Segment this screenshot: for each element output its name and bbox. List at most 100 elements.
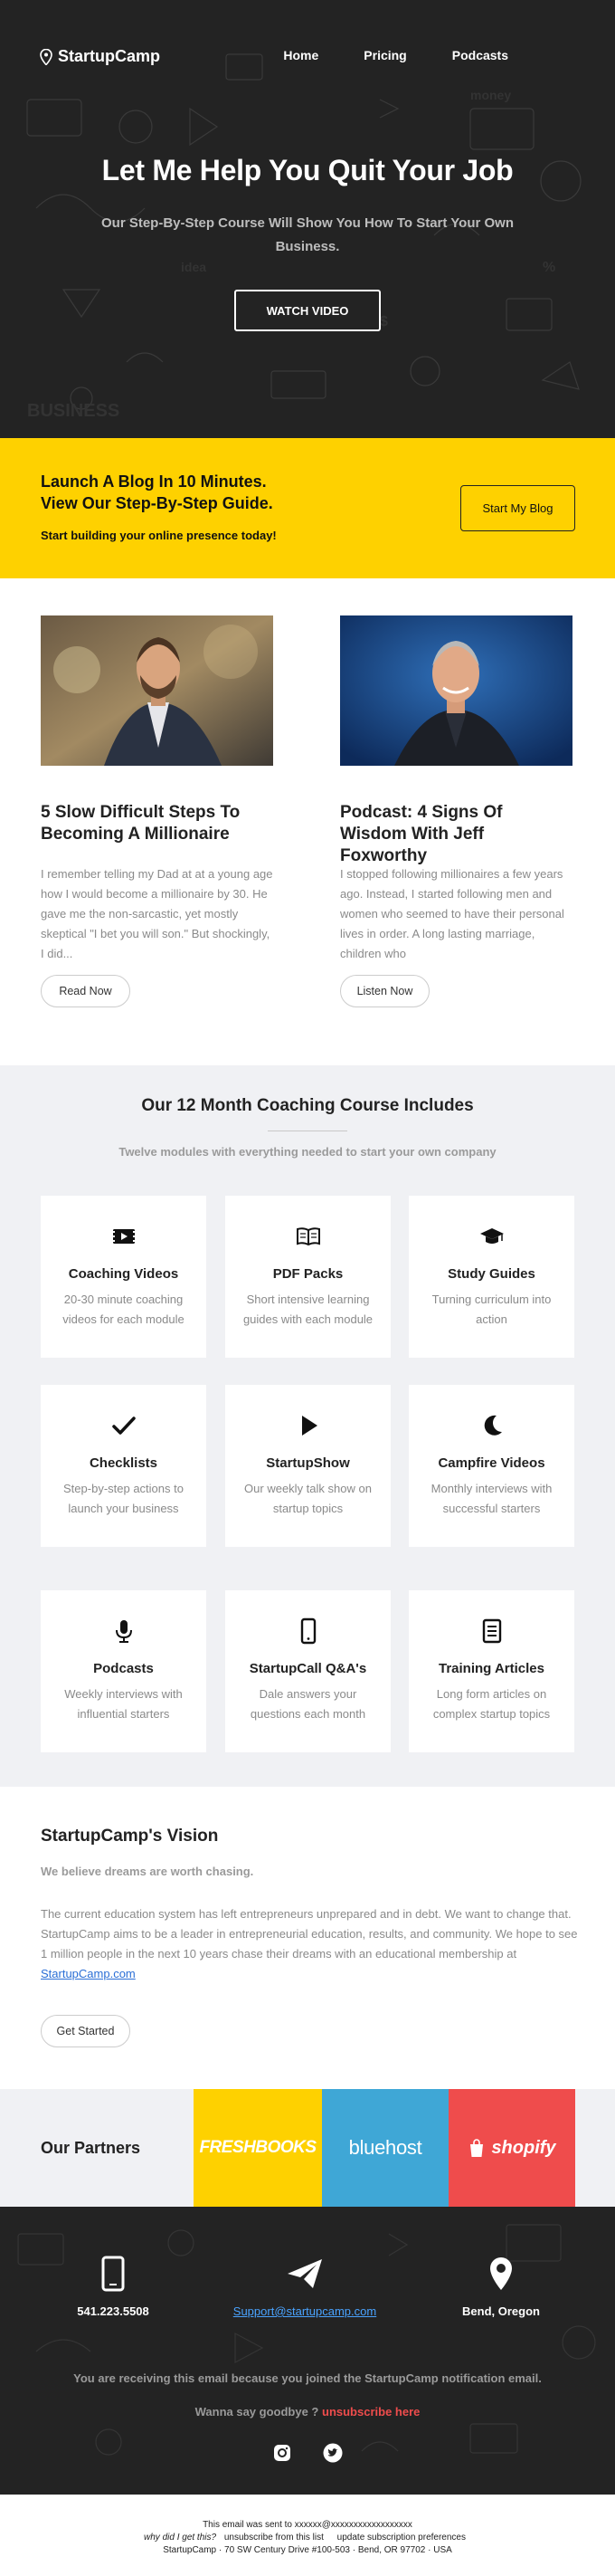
listen-now-button[interactable]: Listen Now	[340, 975, 430, 1007]
graduation-cap-icon	[480, 1228, 504, 1244]
course-subtitle: Twelve modules with everything needed to…	[118, 1145, 497, 1159]
card-title: Coaching Videos	[68, 1266, 179, 1282]
vision-section: StartupCamp's Vision We believe dreams a…	[0, 1787, 615, 2089]
book-icon	[297, 1227, 320, 1246]
watch-video-button[interactable]: WATCH VIDEO	[234, 290, 381, 331]
banner-title-line2: View Our Step-By-Step Guide.	[41, 494, 273, 512]
vision-tagline: We believe dreams are worth chasing.	[41, 1865, 254, 1878]
card-title: Campfire Videos	[438, 1455, 545, 1471]
footer-links: why did I get this? unsubscribe from thi…	[0, 2533, 615, 2543]
video-icon	[113, 1229, 135, 1244]
course-card-startupshow[interactable]: StartupShow Our weekly talk show on star…	[225, 1385, 391, 1547]
hero-section: BUSINESS money $ idea % StartupCamp Home…	[0, 0, 615, 438]
sent-to-text: This email was sent to xxxxxx@xxxxxxxxxx…	[203, 2520, 412, 2530]
play-icon	[302, 1416, 317, 1436]
card-title: PDF Packs	[272, 1266, 344, 1282]
brand-logo[interactable]: StartupCamp	[40, 47, 160, 66]
subscription-notice: You are receiving this email because you…	[73, 2371, 542, 2385]
footer-section: 541.223.5508 Support@startupcamp.com Ben…	[0, 2207, 615, 2495]
location-pin-icon	[40, 48, 52, 65]
footer-email: Support@startupcamp.com	[214, 2256, 395, 2318]
location-pin-icon	[490, 2257, 512, 2290]
nav-link-home[interactable]: Home	[283, 48, 318, 62]
hero-subtitle: Our Step-By-Step Course Will Show You Ho…	[101, 215, 514, 254]
vision-title: StartupCamp's Vision	[41, 1827, 219, 1846]
phone-icon	[101, 2256, 125, 2292]
get-started-button[interactable]: Get Started	[41, 2015, 130, 2047]
social-links	[271, 2442, 344, 2464]
card-text: Dale answers your questions each month	[250, 1687, 366, 1721]
article-image-man-smiling[interactable]	[41, 615, 273, 766]
mailing-address: StartupCamp · 70 SW Century Drive #100-5…	[163, 2545, 452, 2555]
course-card-pdf-packs[interactable]: PDF Packs Short intensive learning guide…	[225, 1196, 391, 1358]
support-email-link[interactable]: Support@startupcamp.com	[233, 2304, 376, 2318]
course-card-campfire-videos[interactable]: Campfire Videos Monthly interviews with …	[409, 1385, 574, 1547]
blog-banner: Launch A Blog In 10 Minutes. View Our St…	[0, 438, 615, 578]
nav-link-podcasts[interactable]: Podcasts	[452, 48, 508, 62]
brand-name: StartupCamp	[58, 47, 161, 65]
svg-text:idea: idea	[181, 260, 206, 274]
svg-text:$: $	[380, 314, 388, 329]
email-label: Support@startupcamp.com	[214, 2304, 395, 2318]
partners-section: Our Partners FRESHBOOKS bluehost shopify	[0, 2089, 615, 2207]
why-link[interactable]: why did I get this?	[144, 2533, 216, 2543]
shopping-bag-icon	[470, 2139, 484, 2157]
partner-bluehost[interactable]: bluehost	[322, 2089, 449, 2207]
startupcamp-link[interactable]: StartupCamp.com	[41, 1967, 136, 1980]
card-text: Weekly interviews with influential start…	[64, 1687, 183, 1721]
card-text: 20-30 minute coaching videos for each mo…	[62, 1293, 184, 1326]
card-text: Monthly interviews with successful start…	[430, 1482, 553, 1515]
course-card-training-articles[interactable]: Training Articles Long form articles on …	[409, 1590, 574, 1752]
article-image-jeff-foxworthy[interactable]	[340, 615, 572, 766]
moon-icon	[484, 1415, 502, 1436]
top-navigation: StartupCamp Home Pricing Podcasts	[0, 0, 615, 118]
svg-text:%: %	[543, 260, 555, 275]
course-title: Our 12 Month Coaching Course Includes	[141, 1096, 474, 1115]
article-title[interactable]: Podcast: 4 Signs Of Wisdom With Jeff Fox…	[340, 802, 572, 865]
card-title: StartupCall Q&A's	[249, 1661, 367, 1676]
paper-plane-icon	[288, 2259, 322, 2288]
card-text: Turning curriculum into action	[431, 1293, 552, 1326]
banner-subtitle: Start building your online presence toda…	[41, 529, 277, 542]
course-card-checklists[interactable]: Checklists Step-by-step actions to launc…	[41, 1385, 206, 1547]
footer-phone: 541.223.5508	[23, 2256, 203, 2318]
course-card-coaching-videos[interactable]: Coaching Videos 20-30 minute coaching vi…	[41, 1196, 206, 1358]
partners-label: Our Partners	[41, 2139, 141, 2157]
article-title[interactable]: 5 Slow Difficult Steps To Becoming A Mil…	[41, 802, 273, 847]
goodbye-text: Wanna say goodbye ? unsubscribe here	[0, 2405, 615, 2419]
card-text: Our weekly talk show on startup topics	[244, 1482, 372, 1515]
footer-location: Bend, Oregon	[411, 2256, 591, 2318]
unsubscribe-list-link[interactable]: unsubscribe from this list	[224, 2533, 324, 2543]
checkmark-icon	[112, 1417, 136, 1435]
unsubscribe-link[interactable]: unsubscribe here	[322, 2405, 420, 2419]
goodbye-label: Wanna say goodbye ?	[194, 2405, 319, 2419]
banner-title: Launch A Blog In 10 Minutes. View Our St…	[41, 471, 366, 514]
vision-text: The current education system has left en…	[41, 1904, 579, 1984]
update-preferences-link[interactable]: update subscription preferences	[337, 2533, 466, 2543]
phone-icon	[300, 1617, 317, 1645]
course-card-study-guides[interactable]: Study Guides Turning curriculum into act…	[409, 1196, 574, 1358]
partner-freshbooks[interactable]: FRESHBOOKS	[194, 2089, 322, 2207]
course-card-startupcall[interactable]: StartupCall Q&A's Dale answers your ques…	[225, 1590, 391, 1752]
shopify-name: shopify	[491, 2137, 556, 2158]
instagram-icon[interactable]	[271, 2442, 293, 2464]
nav-links: Home Pricing Podcasts	[238, 48, 508, 62]
partner-shopify[interactable]: shopify	[449, 2089, 575, 2207]
hero-title: Let Me Help You Quit Your Job	[101, 154, 514, 186]
card-title: StartupShow	[266, 1455, 350, 1471]
article-excerpt: I remember telling my Dad at at a young …	[41, 867, 273, 960]
articles-section: 5 Slow Difficult Steps To Becoming A Mil…	[0, 578, 615, 1065]
card-text: Long form articles on complex startup to…	[432, 1687, 551, 1721]
card-text: Step-by-step actions to launch your busi…	[63, 1482, 184, 1515]
twitter-icon[interactable]	[322, 2442, 344, 2464]
card-title: Training Articles	[439, 1661, 544, 1676]
article-excerpt: I stopped following millionaires a few y…	[340, 867, 564, 960]
read-now-button[interactable]: Read Now	[41, 975, 130, 1007]
nav-link-pricing[interactable]: Pricing	[364, 48, 406, 62]
card-title: Podcasts	[93, 1661, 154, 1676]
start-my-blog-button[interactable]: Start My Blog	[460, 485, 575, 531]
card-text: Short intensive learning guides with eac…	[242, 1293, 374, 1326]
card-title: Study Guides	[448, 1266, 535, 1282]
course-card-podcasts[interactable]: Podcasts Weekly interviews with influent…	[41, 1590, 206, 1752]
phone-number[interactable]: 541.223.5508	[23, 2304, 203, 2318]
